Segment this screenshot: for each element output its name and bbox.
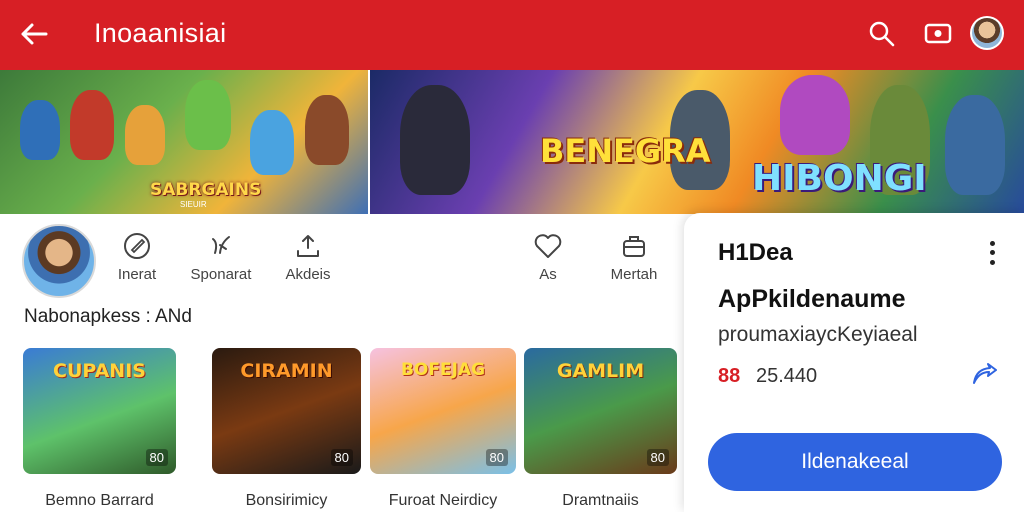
game-card[interactable]: CIRAMIN 80 Bonsirimicy [212, 348, 361, 510]
app-detail-panel: H1Dea ApPkildenaume proumaxiaycKeyiaeal … [684, 213, 1024, 512]
avatar[interactable] [970, 16, 1004, 50]
game-thumbnail: CUPANIS 80 [23, 348, 176, 474]
game-name: Furoat Neirdicy [388, 492, 498, 509]
share-icon [280, 230, 336, 262]
thumbnail-title: CIRAMIN [240, 360, 333, 382]
rating-badge: 80 [646, 449, 669, 466]
action-store[interactable]: Mertah [604, 230, 664, 283]
game-thumbnail: BOFEJAG 80 [370, 348, 516, 474]
character-figure [125, 105, 165, 165]
action-edit[interactable]: Inerat [112, 230, 162, 283]
character-figure [945, 95, 1005, 195]
character-figure [400, 85, 470, 195]
thumbnail-title: BOFEJAG [400, 360, 486, 380]
action-label: Mertah [610, 266, 658, 283]
game-banner-left[interactable]: SABRGAINS SIEUIR [0, 70, 368, 214]
action-label: Inerat [117, 266, 157, 283]
character-figure [250, 110, 294, 175]
action-sparkle[interactable]: Sponarat [186, 230, 256, 283]
top-app-bar: Inoaanisiai [0, 0, 1024, 70]
edit-icon [112, 230, 162, 262]
game-banner-right[interactable]: BENEGRA HIBONGI [370, 70, 1024, 214]
thumbnail-title: GAMLIM [556, 360, 645, 382]
action-favorite[interactable]: As [526, 230, 570, 283]
game-name: Dramtnaiis [562, 492, 639, 509]
stat-value: 25.440 [756, 365, 818, 387]
more-options-icon[interactable] [984, 239, 1000, 267]
banner-logo-secondary: HIBONGI [752, 158, 927, 199]
game-name: Bonsirimicy [245, 492, 328, 509]
stat-icon: 88 [718, 365, 741, 387]
character-figure [780, 75, 850, 155]
panel-title: H1Dea [718, 239, 793, 266]
rating-badge: 80 [145, 449, 168, 466]
game-card[interactable]: BOFEJAG 80 Furoat Neirdicy [370, 348, 516, 510]
banner-sublogo: SIEUIR [180, 200, 207, 209]
app-subtitle: proumaxiaycKeyiaeal [718, 323, 918, 346]
install-button[interactable]: Ildenakeeal [708, 433, 1002, 491]
character-figure [70, 90, 114, 160]
section-title: Nabonapkess : ANd [24, 306, 192, 327]
game-card[interactable]: CUPANIS 80 Bemno Barrard [23, 348, 176, 510]
banner-logo: SABRGAINS [150, 180, 262, 200]
share-icon[interactable] [968, 359, 1000, 391]
sparkle-icon [186, 230, 256, 262]
rating-badge: 80 [330, 449, 353, 466]
action-label: Sponarat [190, 266, 252, 283]
game-thumbnail: CIRAMIN 80 [212, 348, 361, 474]
developer-avatar[interactable] [22, 224, 96, 298]
store-icon [604, 230, 664, 262]
action-share[interactable]: Akdeis [280, 230, 336, 283]
cast-icon[interactable] [922, 18, 954, 50]
character-figure [185, 80, 231, 150]
thumbnail-title: CUPANIS [53, 360, 146, 382]
game-card[interactable]: GAMLIM 80 Dramtnaiis [524, 348, 677, 510]
banner-logo: BENEGRA [540, 132, 711, 170]
app-name: ApPkildenaume [718, 285, 906, 313]
search-icon[interactable] [866, 18, 898, 50]
action-label: As [539, 266, 557, 283]
rating-badge: 80 [485, 449, 508, 466]
action-label: Akdeis [285, 266, 331, 283]
back-arrow-icon[interactable] [18, 20, 50, 48]
character-figure [20, 100, 60, 160]
game-thumbnail: GAMLIM 80 [524, 348, 677, 474]
game-name: Bemno Barrard [45, 492, 154, 509]
heart-icon [526, 230, 570, 262]
avatar-face [972, 18, 1002, 48]
app-bar-title: Inoaanisiai [94, 18, 227, 48]
character-figure [305, 95, 349, 165]
